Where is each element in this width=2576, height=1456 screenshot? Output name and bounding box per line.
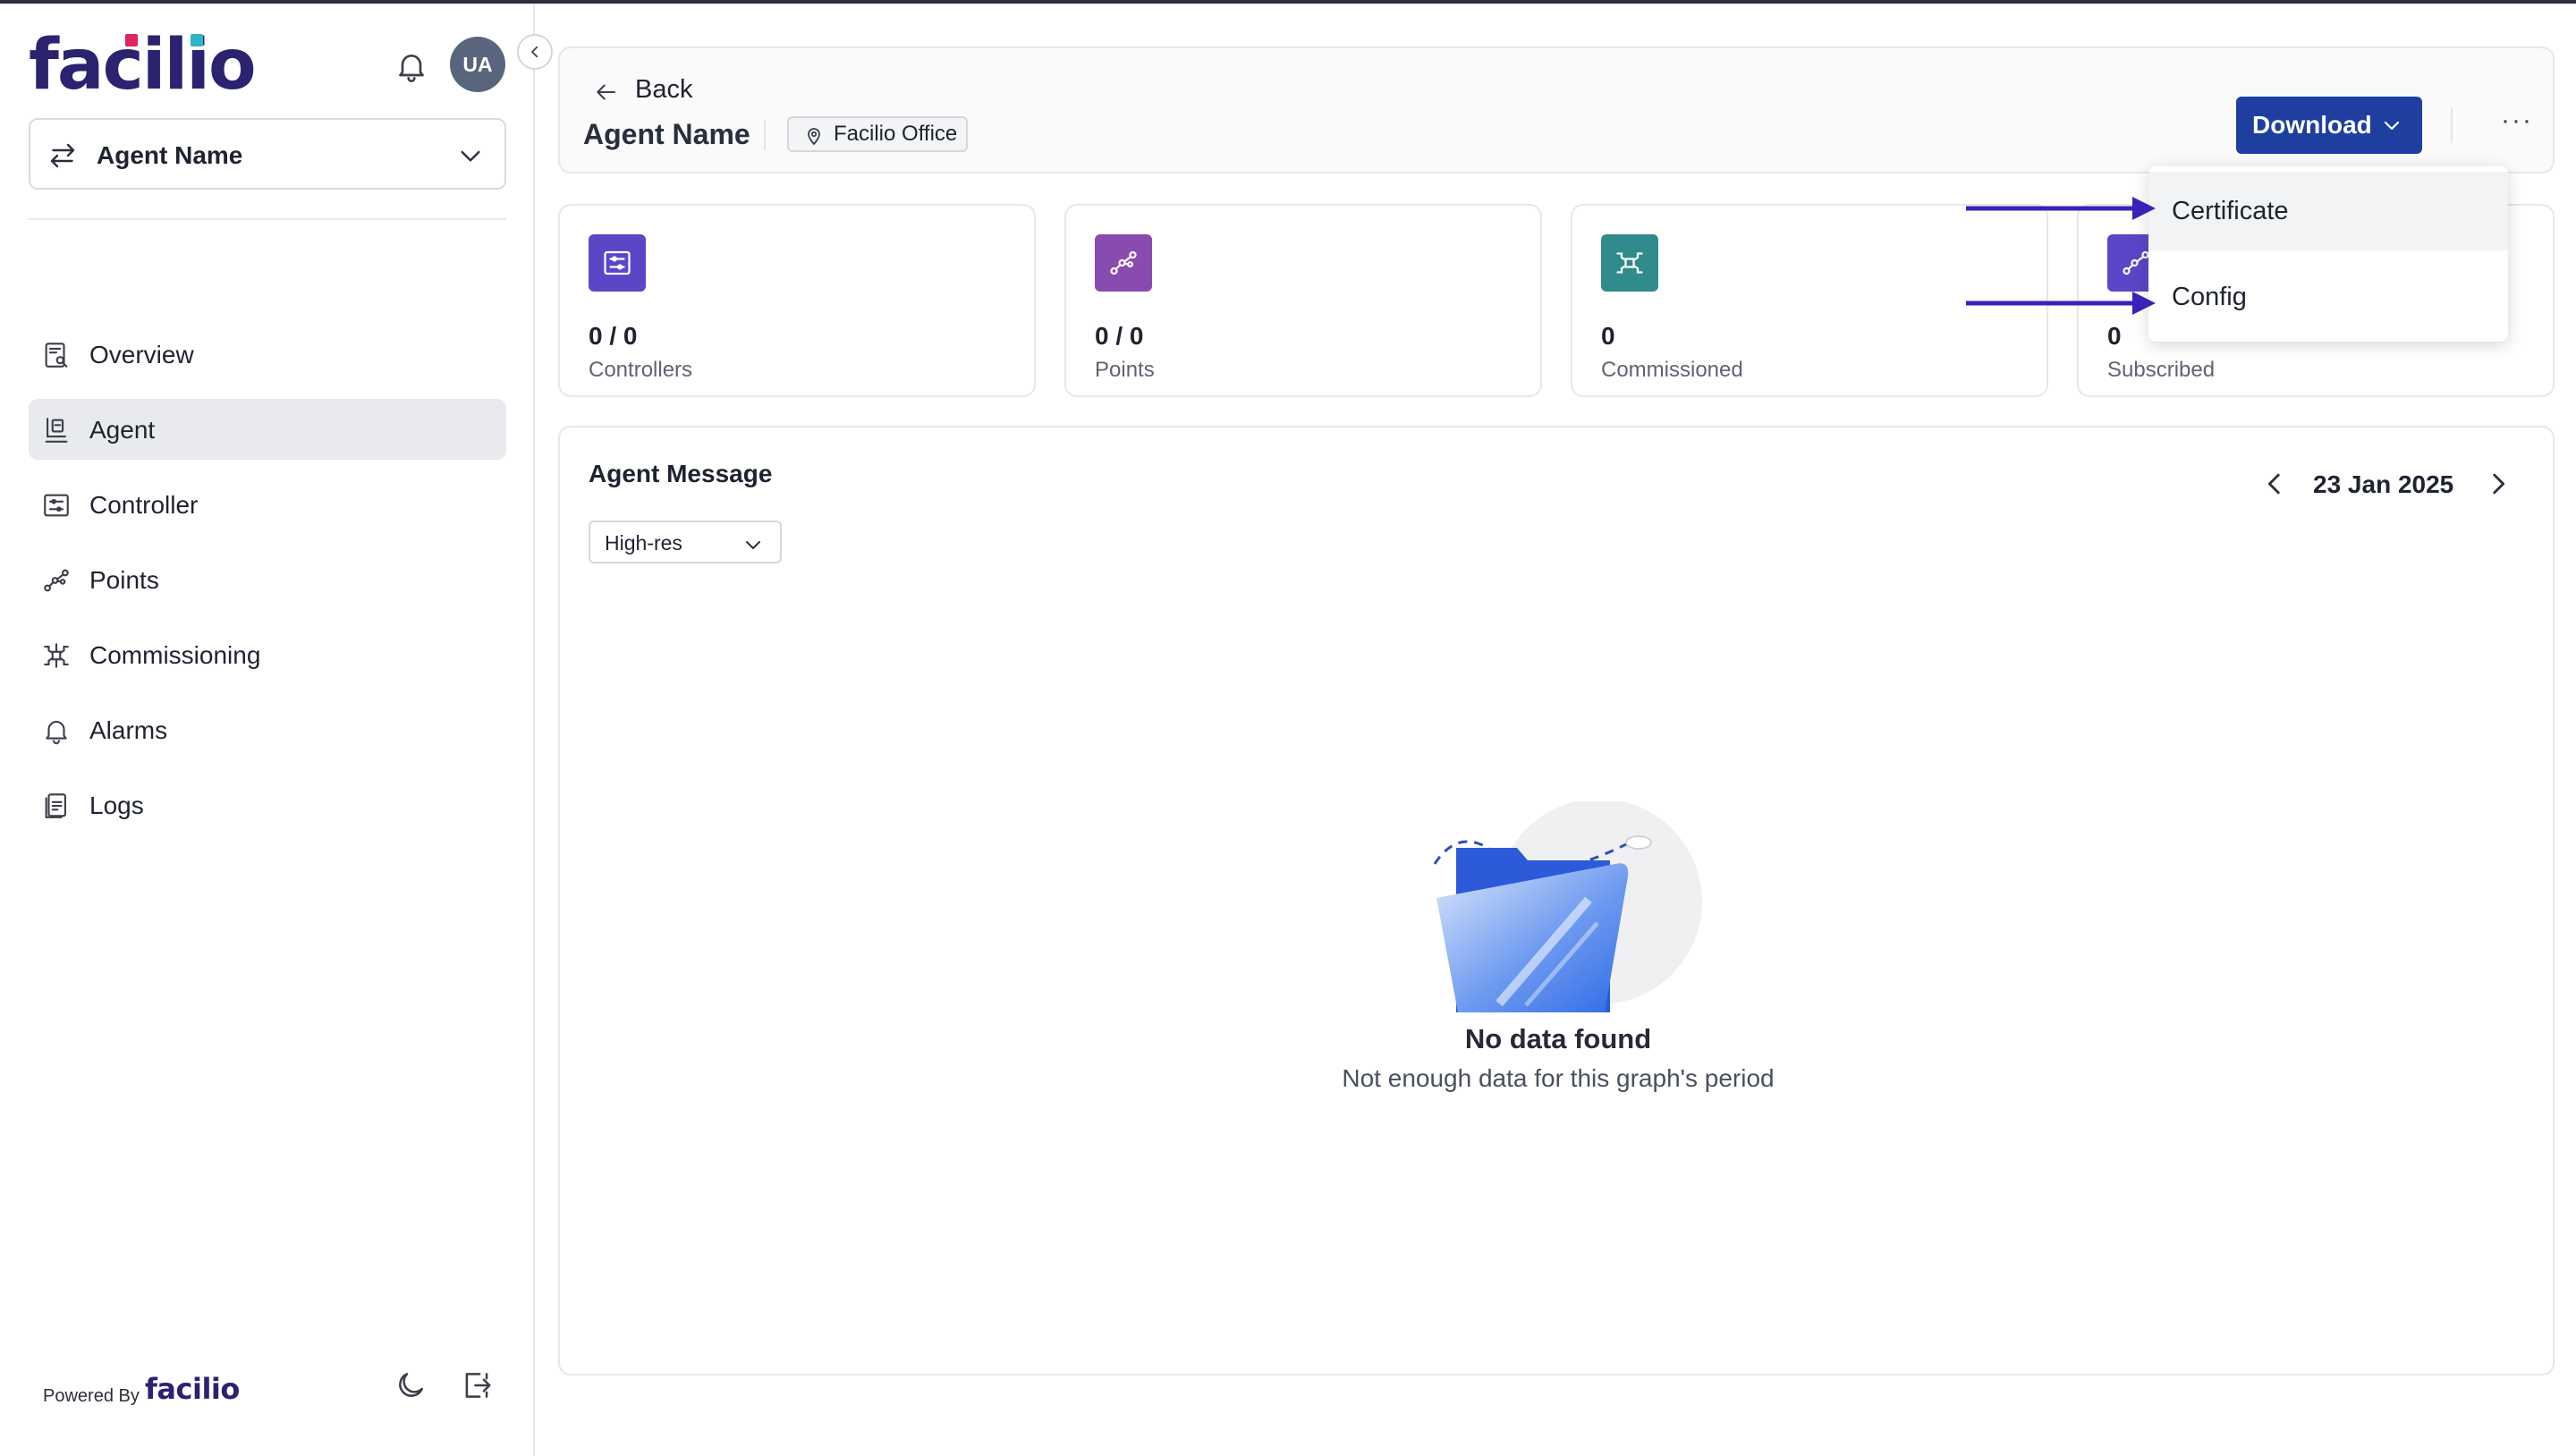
page-title: Agent Name: [583, 118, 750, 150]
menu-item-config[interactable]: Config: [2148, 258, 2508, 336]
agent-icon: [41, 415, 72, 445]
powered-by-label: Powered By: [43, 1386, 140, 1406]
download-button[interactable]: Download: [2236, 97, 2422, 154]
sidebar-item-agent[interactable]: Agent: [29, 399, 506, 460]
agent-selector[interactable]: Agent Name: [29, 118, 506, 190]
date-label[interactable]: 23 Jan 2025: [2313, 470, 2453, 499]
sidebar-item-alarms[interactable]: Alarms: [29, 699, 506, 760]
title-divider: [764, 120, 766, 150]
stat-label: Controllers: [589, 358, 693, 382]
menu-item-label: Certificate: [2172, 197, 2289, 225]
agent-selector-label: Agent Name: [97, 141, 243, 169]
location-pin-icon: [803, 124, 825, 157]
resolution-select[interactable]: High-res: [589, 521, 782, 563]
empty-state-title: No data found: [1464, 1023, 1652, 1054]
chevron-right-icon[interactable]: [2483, 469, 2513, 504]
chevron-down-icon: [742, 534, 764, 560]
commissioning-icon: [41, 640, 72, 671]
points-icon: [41, 565, 72, 596]
logo-dot-red: [125, 34, 138, 47]
back-link[interactable]: Back: [635, 75, 692, 105]
sidebar-item-overview[interactable]: Overview: [29, 324, 506, 385]
logo-dot-teal: [191, 34, 203, 47]
user-avatar[interactable]: UA: [450, 37, 505, 92]
chevron-down-icon: [2381, 114, 2402, 140]
logout-icon[interactable]: [460, 1368, 494, 1407]
stat-card-controllers: 0 / 0 Controllers: [558, 204, 1036, 397]
resolution-value: High-res: [605, 531, 682, 554]
download-label: Download: [2252, 111, 2372, 139]
stat-label: Commissioned: [1601, 358, 1743, 382]
sidebar-item-label: Overview: [89, 341, 194, 368]
overview-icon: [41, 340, 72, 370]
stat-label: Points: [1095, 358, 1155, 382]
download-menu: Certificate Config: [2148, 166, 2508, 342]
bell-icon: [41, 715, 72, 746]
points-icon: [1095, 234, 1152, 292]
powered-by-logo: facilio: [145, 1372, 240, 1406]
sidebar-item-logs[interactable]: Logs: [29, 775, 506, 835]
header-divider: [2451, 107, 2453, 143]
stat-value: 0 / 0: [1095, 322, 1144, 350]
chevron-left-icon[interactable]: [2259, 469, 2290, 504]
annotation-arrow-config: [1966, 292, 2156, 315]
empty-state-subtitle: Not enough data for this graph's period: [1342, 1064, 1775, 1092]
stat-value: 0: [1601, 322, 1615, 350]
sidebar-nav: Overview Agent Controller Points Commiss…: [29, 324, 506, 850]
facilio-logo: facilio: [29, 25, 257, 106]
empty-folder-illustration: [1410, 799, 1714, 1020]
more-options-button[interactable]: ···: [2501, 106, 2537, 141]
annotation-arrow-certificate: [1966, 197, 2156, 220]
logs-icon: [41, 791, 72, 821]
sidebar-item-commissioning[interactable]: Commissioning: [29, 624, 506, 685]
sidebar-item-label: Controller: [89, 491, 199, 519]
swap-icon: [47, 140, 79, 176]
location-label: Facilio Office: [834, 122, 958, 146]
sidebar-item-label: Alarms: [89, 716, 168, 744]
stat-value: 0: [2107, 322, 2122, 350]
stat-label: Subscribed: [2107, 358, 2216, 382]
commissioning-icon: [1601, 234, 1658, 292]
menu-item-label: Config: [2172, 283, 2247, 311]
sidebar-item-label: Commissioning: [89, 641, 261, 669]
page-header: Back Agent Name Facilio Office Download …: [558, 47, 2555, 174]
stat-card-points: 0 / 0 Points: [1064, 204, 1542, 397]
sidebar-item-label: Agent: [89, 416, 156, 444]
notification-bell-icon[interactable]: [394, 48, 429, 84]
back-arrow-icon[interactable]: [592, 79, 619, 110]
sidebar-divider: [29, 218, 506, 220]
sidebar-item-controller[interactable]: Controller: [29, 474, 506, 535]
sidebar-item-points[interactable]: Points: [29, 549, 506, 610]
chart-title: Agent Message: [589, 460, 773, 487]
controller-icon: [589, 234, 646, 292]
agent-message-card: Agent Message High-res 23 Jan 2025 No da…: [558, 426, 2555, 1376]
dark-mode-icon[interactable]: [394, 1368, 428, 1407]
sidebar: facilio UA Agent Name Overview Agent Con…: [0, 4, 535, 1456]
sidebar-item-label: Logs: [89, 791, 144, 819]
location-badge: Facilio Office: [787, 116, 969, 152]
menu-item-certificate[interactable]: Certificate: [2148, 172, 2508, 250]
chevron-down-icon: [456, 141, 485, 174]
sidebar-item-label: Points: [89, 566, 159, 594]
stat-value: 0 / 0: [589, 322, 638, 350]
collapse-sidebar-button[interactable]: [517, 34, 553, 70]
controller-icon: [41, 490, 72, 521]
